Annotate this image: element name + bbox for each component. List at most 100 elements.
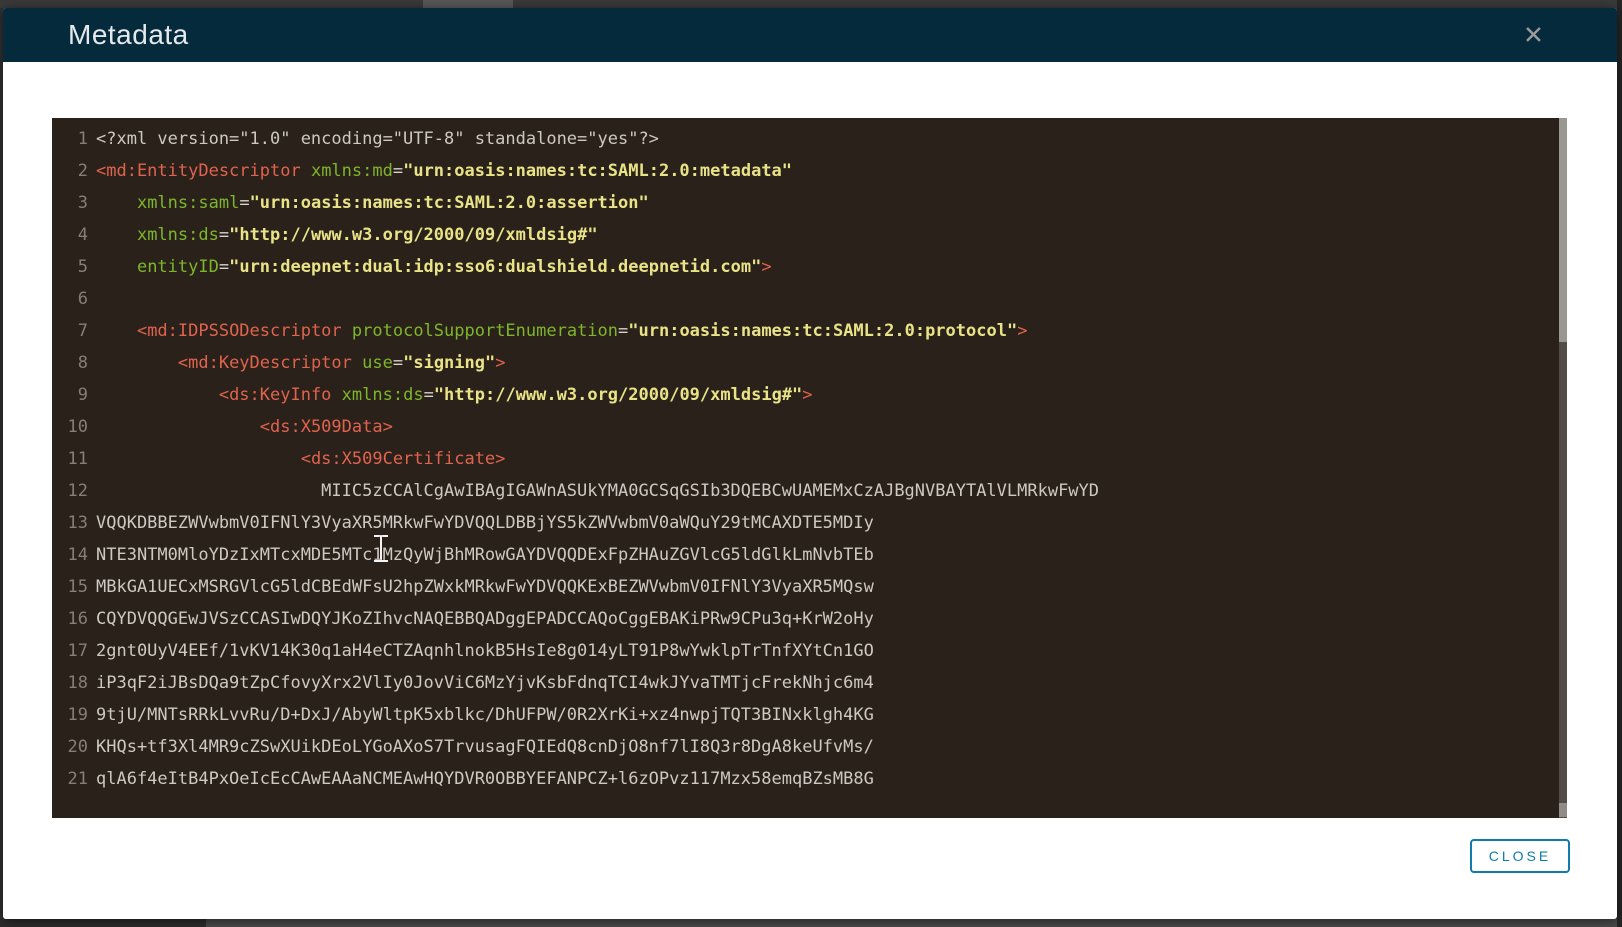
- screen: Metadata ✕ 1 <?xml version="1.0" encoding…: [0, 0, 1622, 927]
- code-text: xmlns:saml="urn:oasis:names:tc:SAML:2.0:…: [88, 187, 649, 219]
- code-token-plain: [96, 321, 137, 341]
- code-text: MBkGA1UECxMSRGVlcG5ldCBEdWFsU2hpZWxkMRkw…: [88, 571, 874, 603]
- line-number: 1: [52, 123, 88, 155]
- code-line: 6: [52, 283, 1567, 315]
- code-line: 4 xmlns:ds="http://www.w3.org/2000/09/xm…: [52, 219, 1567, 251]
- code-token-tag: <ds:X509Data>: [260, 417, 393, 437]
- code-text: <ds:KeyInfo xmlns:ds="http://www.w3.org/…: [88, 379, 813, 411]
- code-text: qlA6f4eItB4PxOeIcEcCAwEAAaNCMEAwHQYDVR0O…: [88, 763, 874, 795]
- code-token-attr: xmlns:ds: [137, 225, 219, 245]
- modal-title: Metadata: [68, 19, 189, 51]
- code-text: KHQs+tf3Xl4MR9cZSwXUikDEoLYGoAXoS7Trvusa…: [88, 731, 874, 763]
- line-number: 11: [52, 443, 88, 475]
- code-token-eq: =: [393, 353, 403, 373]
- editor-scrollbar-thumb[interactable]: [1559, 118, 1567, 342]
- code-text: CQYDVQQGEwJVSzCCASIwDQYJKoZIhvcNAQEBBQAD…: [88, 603, 874, 635]
- code-line: 3 xmlns:saml="urn:oasis:names:tc:SAML:2.…: [52, 187, 1567, 219]
- code-token-val: "http://www.w3.org/2000/09/xmldsig#": [434, 385, 802, 405]
- code-token-tag: >: [761, 257, 771, 277]
- code-token-eq: =: [219, 225, 229, 245]
- code-token-attr: protocolSupportEnumeration: [352, 321, 618, 341]
- code-text: <ds:X509Certificate>: [88, 443, 505, 475]
- code-token-plain: KHQs+tf3Xl4MR9cZSwXUikDEoLYGoAXoS7Trvusa…: [96, 737, 874, 757]
- code-text: NTE3NTM0MloYDzIxMTcxMDE5MTc1MzQyWjBhMRow…: [88, 539, 874, 571]
- code-token-eq: =: [219, 257, 229, 277]
- code-token-plain: [96, 417, 260, 437]
- code-line: 10 <ds:X509Data>: [52, 411, 1567, 443]
- code-token-plain: [96, 385, 219, 405]
- code-text: entityID="urn:deepnet:dual:idp:sso6:dual…: [88, 251, 772, 283]
- code-token-tag: <md:KeyDescriptor: [178, 353, 352, 373]
- line-number: 20: [52, 731, 88, 763]
- line-number: 16: [52, 603, 88, 635]
- code-line: 12 MIIC5zCCAlCgAwIBAgIGAWnASUkYMA0GCSqGS…: [52, 475, 1567, 507]
- code-token-plain: [96, 193, 137, 213]
- line-number: 9: [52, 379, 88, 411]
- code-token-val: "urn:oasis:names:tc:SAML:2.0:metadata": [403, 161, 792, 181]
- code-token-attr: entityID: [137, 257, 219, 277]
- code-token-tag: <md:IDPSSODescriptor: [137, 321, 342, 341]
- code-text: MIIC5zCCAlCgAwIBAgIGAWnASUkYMA0GCSqGSIb3…: [88, 475, 1099, 507]
- editor-scrollbar[interactable]: [1559, 118, 1567, 818]
- backdrop-top: [0, 0, 1622, 8]
- close-icon[interactable]: ✕: [1523, 23, 1544, 48]
- line-number: 17: [52, 635, 88, 667]
- code-token-plain: <?xml version="1.0" encoding="UTF-8" sta…: [96, 129, 659, 149]
- code-token-val: "urn:oasis:names:tc:SAML:2.0:protocol": [628, 321, 1017, 341]
- code-line: 172gnt0UyV4EEf/1vKV14K30q1aH4eCTZAqnhlno…: [52, 635, 1567, 667]
- code-token-plain: [96, 353, 178, 373]
- code-line: 11 <ds:X509Certificate>: [52, 443, 1567, 475]
- code-token-plain: iP3qF2iJBsDQa9tZpCfovyXrx2VlIy0JovViC6Mz…: [96, 673, 874, 693]
- line-number: 2: [52, 155, 88, 187]
- line-number: 10: [52, 411, 88, 443]
- code-line: 14 NTE3NTM0MloYDzIxMTcxMDE5MTc1MzQyWjBhMR…: [52, 539, 1567, 571]
- code-token-plain: qlA6f4eItB4PxOeIcEcCAwEAAaNCMEAwHQYDVR0O…: [96, 769, 874, 789]
- code-token-tag: >: [802, 385, 812, 405]
- line-number: 18: [52, 667, 88, 699]
- code-token-eq: =: [393, 161, 403, 181]
- backdrop-top-scrollbar: [423, 0, 513, 8]
- line-number: 13: [52, 507, 88, 539]
- line-number: 19: [52, 699, 88, 731]
- xml-code-viewer[interactable]: 1 <?xml version="1.0" encoding="UTF-8" st…: [52, 118, 1567, 818]
- code-line: 2<md:EntityDescriptor xmlns:md="urn:oasi…: [52, 155, 1567, 187]
- line-number: 7: [52, 315, 88, 347]
- modal-header: Metadata ✕: [3, 8, 1617, 62]
- code-token-val: "http://www.w3.org/2000/09/xmldsig#": [229, 225, 597, 245]
- code-text: VQQKDBBEZWVwbmV0IFNlY3VyaXR5MRkwFwYDVQQL…: [88, 507, 874, 539]
- line-number: 12: [52, 475, 88, 507]
- code-token-plain: [301, 161, 311, 181]
- line-number: 14: [52, 539, 88, 571]
- code-token-plain: MBkGA1UECxMSRGVlcG5ldCBEdWFsU2hpZWxkMRkw…: [96, 577, 874, 597]
- code-token-plain: [96, 449, 301, 469]
- code-token-plain: NTE3NTM0MloYDzIxMTcxMDE5MTc1MzQyWjBhMRow…: [96, 545, 874, 565]
- code-line: 8 <md:KeyDescriptor use="signing">: [52, 347, 1567, 379]
- line-number: 8: [52, 347, 88, 379]
- code-token-plain: MIIC5zCCAlCgAwIBAgIGAWnASUkYMA0GCSqGSIb3…: [96, 481, 1099, 501]
- code-token-attr: xmlns:md: [311, 161, 393, 181]
- code-line: 199tjU/MNTsRRkLvvRu/D+DxJ/AbyWltpK5xblkc…: [52, 699, 1567, 731]
- metadata-modal: Metadata ✕ 1 <?xml version="1.0" encoding…: [3, 8, 1617, 919]
- code-token-eq: =: [618, 321, 628, 341]
- code-text: <?xml version="1.0" encoding="UTF-8" sta…: [88, 123, 659, 155]
- code-token-attr: xmlns:saml: [137, 193, 239, 213]
- code-text: 9tjU/MNTsRRkLvvRu/D+DxJ/AbyWltpK5xblkc/D…: [88, 699, 874, 731]
- code-line: 15 MBkGA1UECxMSRGVlcG5ldCBEdWFsU2hpZWxkMR…: [52, 571, 1567, 603]
- line-number: 21: [52, 763, 88, 795]
- code-text: <md:IDPSSODescriptor protocolSupportEnum…: [88, 315, 1027, 347]
- code-token-plain: [352, 353, 362, 373]
- code-token-plain: [96, 225, 137, 245]
- code-line: 7 <md:IDPSSODescriptor protocolSupportEn…: [52, 315, 1567, 347]
- line-number: 6: [52, 283, 88, 315]
- code-token-plain: VQQKDBBEZWVwbmV0IFNlY3VyaXR5MRkwFwYDVQQL…: [96, 513, 874, 533]
- close-button[interactable]: CLOSE: [1470, 839, 1570, 873]
- line-number: 15: [52, 571, 88, 603]
- code-line: 13 VQQKDBBEZWVwbmV0IFNlY3VyaXR5MRkwFwYDVQ…: [52, 507, 1567, 539]
- code-token-val: "signing": [403, 353, 495, 373]
- code-text: iP3qF2iJBsDQa9tZpCfovyXrx2VlIy0JovViC6Mz…: [88, 667, 874, 699]
- backdrop-right: [1617, 0, 1622, 927]
- code-token-attr: xmlns:ds: [342, 385, 424, 405]
- code-token-tag: <ds:KeyInfo: [219, 385, 332, 405]
- code-text: xmlns:ds="http://www.w3.org/2000/09/xmld…: [88, 219, 598, 251]
- code-line: 9 <ds:KeyInfo xmlns:ds="http://www.w3.or…: [52, 379, 1567, 411]
